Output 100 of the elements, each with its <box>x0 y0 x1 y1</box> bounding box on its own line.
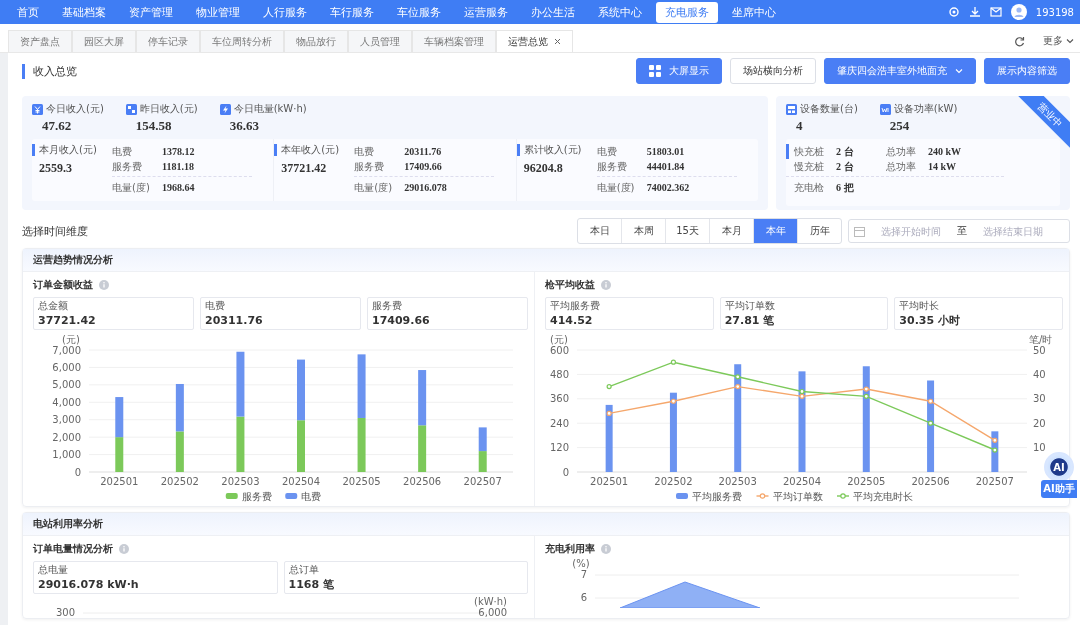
axis-tick-label: 202504 <box>281 476 321 487</box>
metric-value: 29016.078 kW·h <box>38 578 140 591</box>
filter-label: 选择时间维度 <box>22 223 88 239</box>
metric-label: 服务费 <box>372 300 403 312</box>
axis-tick-label: 202507 <box>975 476 1014 487</box>
device-count: 2 台 <box>836 144 855 159</box>
detail-value: 74002.362 <box>646 182 690 193</box>
axis-tick-label: 202501 <box>100 476 139 487</box>
device-count: 2 台 <box>836 159 855 174</box>
detail-value: 44401.84 <box>646 161 685 172</box>
panel-title: 充电利用率 <box>545 542 595 556</box>
axis-tick-label: 40 <box>1033 368 1046 380</box>
axis-tick-label: 202504 <box>782 476 822 487</box>
detail-label: 电量(度) <box>354 180 394 195</box>
axis-tick-label: 202506 <box>911 476 950 487</box>
axis-tick-label: 6 <box>580 592 587 603</box>
power-label: 总功率 <box>886 144 917 159</box>
detail-value: 20311.76 <box>404 146 442 157</box>
axis-tick-label: 202502 <box>654 476 693 487</box>
axis-tick-label: 6,000 <box>478 607 507 618</box>
gun-count: 6 把 <box>836 180 855 195</box>
device-type-label: 慢充桩 <box>794 159 825 174</box>
metric-label: 电费 <box>205 300 226 312</box>
panel-title: 订单电量情况分析 <box>33 542 113 556</box>
metric-label: 总金额 <box>38 300 69 312</box>
axis-tick-label: 360 <box>549 393 569 405</box>
period-label: 累计收入(元) <box>516 144 595 156</box>
metric-label: 总订单 <box>288 564 320 576</box>
section-title: 电站利用率分析 <box>23 513 1069 536</box>
period-value: 37721.42 <box>281 161 327 176</box>
axis-tick-label: 0 <box>562 466 569 478</box>
stat-label: 昨日收入(元) <box>139 102 198 116</box>
stat-label: 今日收入(元) <box>46 102 104 116</box>
stat-value: 154.58 <box>135 118 172 134</box>
axis-tick-label: 202503 <box>718 476 757 487</box>
detail-label: 电费 <box>354 144 376 159</box>
axis-unit-label: (元) <box>550 334 568 345</box>
metric-value: 30.35 小时 <box>899 314 961 327</box>
period-label: 本月收入(元) <box>32 144 110 156</box>
gun-label: 充电枪 <box>794 180 825 195</box>
axis-unit-label: (kW·h) <box>474 596 507 607</box>
power-value: 240 kW <box>928 146 963 157</box>
detail-value: 17409.66 <box>404 161 442 172</box>
metric-label: 平均时长 <box>899 300 941 312</box>
metric-value: 17409.66 <box>372 314 431 327</box>
axis-tick-label: 600 <box>549 344 569 356</box>
detail-value: 51803.01 <box>646 146 685 157</box>
detail-value: 1968.64 <box>162 182 195 193</box>
power-label: 总功率 <box>886 159 917 174</box>
axis-tick-label: 10 <box>1033 442 1046 454</box>
axis-tick-label: 6,000 <box>52 361 81 373</box>
stat-value: 47.62 <box>42 118 72 134</box>
metric-value: 1168 笔 <box>288 578 335 591</box>
metric-label: 总电量 <box>38 564 69 576</box>
stat-label: 设备数量(台) <box>800 102 858 116</box>
stat-label: 设备功率(kW) <box>893 102 958 116</box>
panel-title: 枪平均收益 <box>545 278 595 292</box>
metric-label: 平均订单数 <box>724 300 776 312</box>
axis-tick-label: 202506 <box>403 476 442 487</box>
axis-tick-label: 480 <box>549 368 569 380</box>
legend-label: 服务费 <box>241 491 272 502</box>
axis-tick-label: 240 <box>549 417 569 429</box>
axis-tick-label: 1,000 <box>52 449 81 461</box>
legend-label: 电费 <box>301 491 322 502</box>
axis-tick-label: 202505 <box>847 476 886 487</box>
range-separator: 至 <box>957 224 967 238</box>
axis-tick-label: 202507 <box>463 476 502 487</box>
status-label: 营业中 <box>1034 99 1066 131</box>
detail-label: 电量(度) <box>596 180 636 195</box>
stat-value: 4 <box>796 118 803 134</box>
axis-tick-label: 30 <box>1033 393 1046 405</box>
legend-label: 平均服务费 <box>692 491 742 502</box>
ai-label: AI助手 <box>1041 480 1077 498</box>
metric-value: 37721.42 <box>38 314 97 327</box>
metric-value: 414.52 <box>550 314 594 327</box>
page-title: 收入总览 <box>22 63 77 79</box>
axis-tick-label: 202505 <box>342 476 381 487</box>
axis-unit-label: (元) <box>62 334 80 345</box>
period-value: 2559.3 <box>39 161 72 176</box>
axis-tick-label: 202501 <box>590 476 629 487</box>
detail-value: 1181.18 <box>162 161 194 172</box>
axis-tick-label: 202503 <box>221 476 260 487</box>
detail-label: 电费 <box>596 144 618 159</box>
stat-value: 254 <box>889 118 910 134</box>
axis-tick-label: 2,000 <box>52 431 81 443</box>
axis-unit-label: (%) <box>572 558 590 569</box>
stat-label: 今日电量(kW·h) <box>233 102 307 116</box>
axis-tick-label: 0 <box>74 466 81 478</box>
power-value: 14 kW <box>928 161 958 172</box>
detail-label: 电费 <box>112 144 133 159</box>
axis-tick-label: 300 <box>55 607 75 618</box>
detail-label: 电量(度) <box>112 180 151 195</box>
device-type-label: 快充桩 <box>794 144 825 159</box>
metric-label: 平均服务费 <box>550 300 601 312</box>
panel-title: 订单金额收益 <box>33 278 93 292</box>
metric-value: 27.81 笔 <box>724 314 776 327</box>
axis-tick-label: 20 <box>1033 417 1046 429</box>
axis-tick-label: 120 <box>549 442 569 454</box>
legend-label: 平均充电时长 <box>853 491 913 502</box>
period-label: 本年收入(元) <box>274 144 353 156</box>
